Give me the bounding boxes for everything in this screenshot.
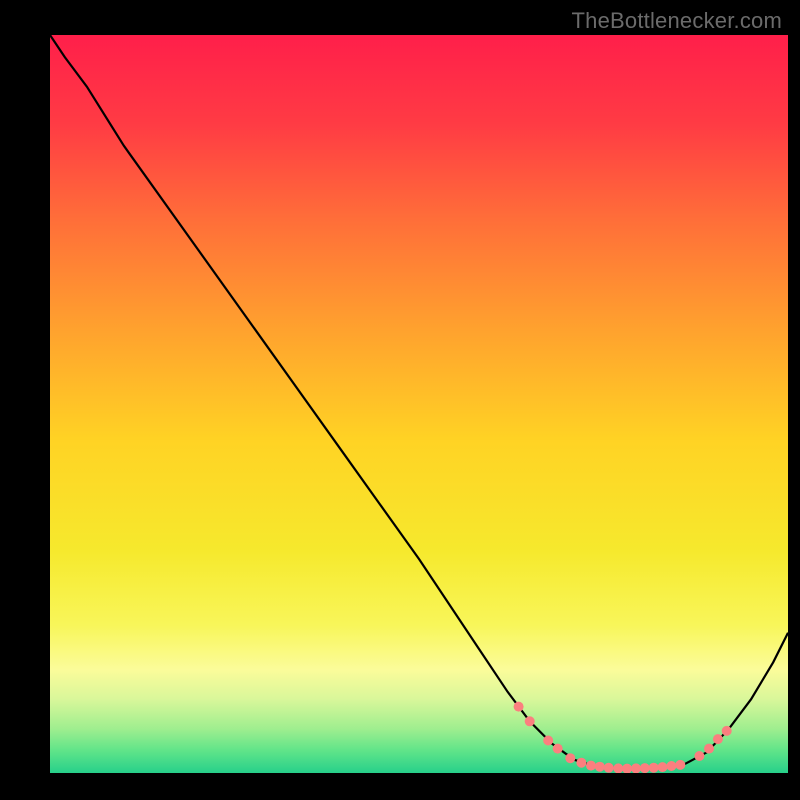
marker-point <box>649 763 659 773</box>
marker-point <box>640 763 650 773</box>
chart-svg <box>50 35 788 773</box>
marker-point <box>565 753 575 763</box>
marker-point <box>576 758 586 768</box>
marker-point <box>613 763 623 773</box>
marker-point <box>586 761 596 771</box>
marker-point <box>553 744 563 754</box>
marker-point <box>658 762 668 772</box>
marker-point <box>694 751 704 761</box>
chart-frame <box>50 35 788 773</box>
brand-label: TheBottlenecker.com <box>572 8 782 34</box>
marker-point <box>722 726 732 736</box>
marker-point <box>543 736 553 746</box>
marker-point <box>713 734 723 744</box>
marker-point <box>666 761 676 771</box>
marker-point <box>595 762 605 772</box>
marker-point <box>525 716 535 726</box>
chart-background <box>50 35 788 773</box>
marker-point <box>514 702 524 712</box>
marker-point <box>675 760 685 770</box>
marker-point <box>604 763 614 773</box>
marker-point <box>631 763 641 773</box>
marker-point <box>704 744 714 754</box>
